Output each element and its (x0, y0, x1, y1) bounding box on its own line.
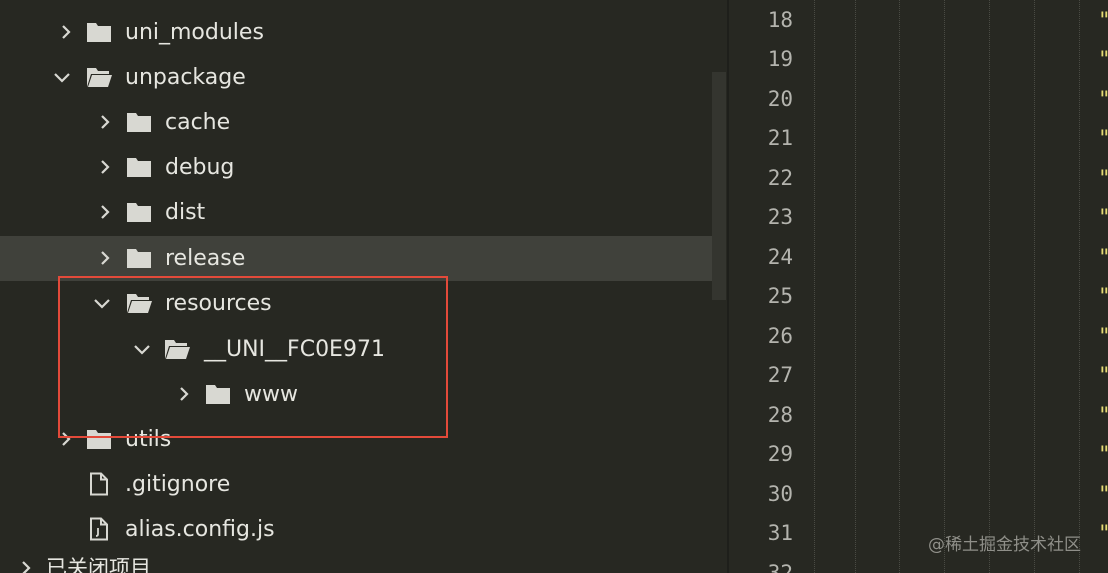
chevron-right-icon[interactable] (95, 157, 115, 177)
folder-icon (87, 430, 111, 449)
code-string-fragment: " (1098, 158, 1108, 198)
tree-item-uni-app-id[interactable]: __UNI__FC0E971 (0, 327, 712, 372)
line-number: 26 (767, 324, 793, 348)
folder-open-icon (127, 294, 152, 313)
code-string-fragment: " (1098, 395, 1108, 435)
tree-item-label: resources (165, 291, 272, 316)
indent-guide (944, 0, 945, 573)
chevron-right-icon[interactable] (56, 22, 76, 42)
indent-guide (899, 0, 900, 573)
tree-item-label: uni_modules (125, 20, 264, 45)
code-string-fragment: " (1098, 118, 1108, 158)
line-number: 27 (767, 363, 793, 387)
indent-guide (1034, 0, 1035, 573)
chevron-right-icon[interactable] (95, 202, 115, 222)
code-string-fragment: " (1098, 276, 1108, 316)
tree-item-gitignore[interactable]: .gitignore (0, 462, 712, 507)
line-number: 30 (767, 482, 793, 506)
line-number: 20 (767, 87, 793, 111)
line-number: 22 (767, 166, 793, 190)
tree-item-utils[interactable]: utils (0, 417, 712, 462)
code-string-fragment: " (1098, 0, 1108, 40)
closed-projects-section[interactable]: 已关闭项目 (0, 552, 712, 573)
tree-item-label: dist (165, 200, 206, 225)
code-string-fragment: " (1098, 474, 1108, 514)
tree-item-resources[interactable]: resources (0, 281, 712, 326)
tree-item-label: .gitignore (125, 472, 231, 497)
line-number: 31 (767, 521, 793, 545)
line-number: 24 (767, 245, 793, 269)
line-number: 25 (767, 284, 793, 308)
line-number: 28 (767, 403, 793, 427)
watermark-text: @稀土掘金技术社区 (928, 535, 1081, 555)
tree-item-label: release (165, 246, 246, 271)
chevron-right-icon[interactable] (16, 558, 36, 573)
folder-open-icon (165, 340, 190, 359)
code-string-fragment: " (1098, 237, 1108, 277)
line-number: 29 (767, 442, 793, 466)
chevron-right-icon[interactable] (56, 429, 76, 449)
code-string-fragment: " (1098, 79, 1108, 119)
tree-item-uni-modules[interactable]: uni_modules (0, 10, 712, 55)
folder-icon (127, 113, 151, 132)
js-file-icon (90, 517, 108, 541)
closed-projects-label: 已关闭项目 (46, 556, 151, 573)
folder-icon (87, 23, 111, 42)
tree-item-label: __UNI__FC0E971 (204, 337, 385, 362)
folder-icon (206, 385, 230, 404)
indent-guide (1079, 0, 1080, 573)
code-string-fragment: " (1098, 39, 1108, 79)
tree-item-dist[interactable]: dist (0, 190, 712, 235)
file-icon (90, 472, 108, 496)
chevron-down-icon[interactable] (52, 67, 72, 87)
indent-guide (814, 0, 815, 573)
indent-guide (855, 0, 856, 573)
tree-item-unpackage[interactable]: unpackage (0, 55, 712, 100)
chevron-right-icon[interactable] (95, 112, 115, 132)
chevron-right-icon[interactable] (95, 248, 115, 268)
code-editor[interactable]: 18 19 20 21 22 23 24 25 26 27 28 29 30 3… (729, 0, 1108, 573)
folder-icon (127, 158, 151, 177)
tree-item-label: unpackage (125, 65, 246, 90)
tree-item-label: www (244, 382, 298, 407)
code-string-fragment: " (1098, 197, 1108, 237)
tree-item-label: cache (165, 110, 231, 135)
sidebar-scrollbar-thumb[interactable] (712, 72, 726, 300)
tree-item-label: utils (125, 427, 172, 452)
code-string-fragment: " (1098, 355, 1108, 395)
folder-open-icon (87, 68, 112, 87)
code-string-fragment: " (1098, 434, 1108, 474)
code-string-fragment: " (1098, 316, 1108, 356)
line-number-gutter: 18 19 20 21 22 23 24 25 26 27 28 29 30 3… (729, 0, 814, 573)
tree-item-cache[interactable]: cache (0, 100, 712, 145)
folder-icon (127, 203, 151, 222)
editor-window: uni_modules unpackage cache debug dist r… (0, 0, 1108, 573)
project-explorer: uni_modules unpackage cache debug dist r… (0, 0, 727, 573)
line-number: 23 (767, 205, 793, 229)
line-number: 19 (767, 47, 793, 71)
indent-guide (989, 0, 990, 573)
chevron-down-icon[interactable] (92, 293, 112, 313)
tree-item-www[interactable]: www (0, 372, 712, 417)
line-number: 21 (767, 126, 793, 150)
folder-icon (127, 249, 151, 268)
line-number: 18 (767, 8, 793, 32)
line-number: 32 (767, 561, 793, 573)
chevron-down-icon[interactable] (132, 339, 152, 359)
tree-item-debug[interactable]: debug (0, 145, 712, 190)
tree-item-label: debug (165, 155, 235, 180)
code-string-fragment: " (1098, 513, 1108, 553)
chevron-right-icon[interactable] (174, 384, 194, 404)
tree-item-release[interactable]: release (0, 236, 712, 281)
